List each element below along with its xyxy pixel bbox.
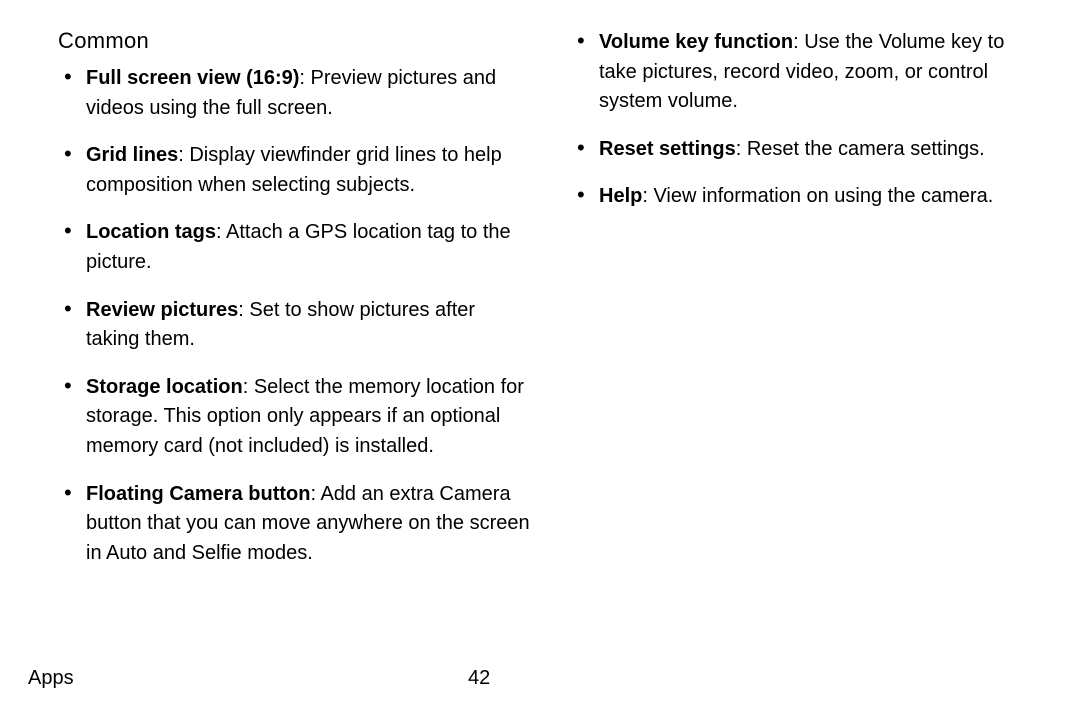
list-item: Grid lines: Display viewfinder grid line… — [58, 141, 531, 200]
item-term: Help — [599, 185, 642, 207]
left-bullet-list: Full screen view (16:9): Preview picture… — [58, 64, 531, 568]
item-desc: : View information on using the camera. — [642, 185, 993, 207]
footer-section-label: Apps — [28, 667, 74, 690]
item-desc: : Reset the camera settings. — [736, 138, 985, 160]
footer-page-number: 42 — [468, 667, 490, 690]
item-term: Full screen view (16:9) — [86, 67, 299, 89]
list-item: Floating Camera button: Add an extra Cam… — [58, 480, 531, 569]
item-term: Location tags — [86, 221, 216, 243]
right-bullet-list: Volume key function: Use the Volume key … — [571, 28, 1044, 212]
item-term: Storage location — [86, 376, 243, 398]
item-term: Floating Camera button — [86, 483, 310, 505]
section-heading: Common — [58, 28, 531, 54]
item-term: Grid lines — [86, 144, 178, 166]
list-item: Full screen view (16:9): Preview picture… — [58, 64, 531, 123]
left-column: Common Full screen view (16:9): Preview … — [58, 28, 531, 586]
list-item: Location tags: Attach a GPS location tag… — [58, 218, 531, 277]
item-term: Volume key function — [599, 31, 793, 53]
right-column: Volume key function: Use the Volume key … — [571, 28, 1044, 586]
list-item: Review pictures: Set to show pictures af… — [58, 296, 531, 355]
page-footer: Apps 42 — [28, 667, 1044, 690]
list-item: Volume key function: Use the Volume key … — [571, 28, 1044, 117]
list-item: Storage location: Select the memory loca… — [58, 373, 531, 462]
item-term: Reset settings — [599, 138, 736, 160]
manual-page: Common Full screen view (16:9): Preview … — [0, 0, 1080, 720]
item-term: Review pictures — [86, 299, 238, 321]
list-item: Help: View information on using the came… — [571, 182, 1044, 212]
list-item: Reset settings: Reset the camera setting… — [571, 135, 1044, 165]
